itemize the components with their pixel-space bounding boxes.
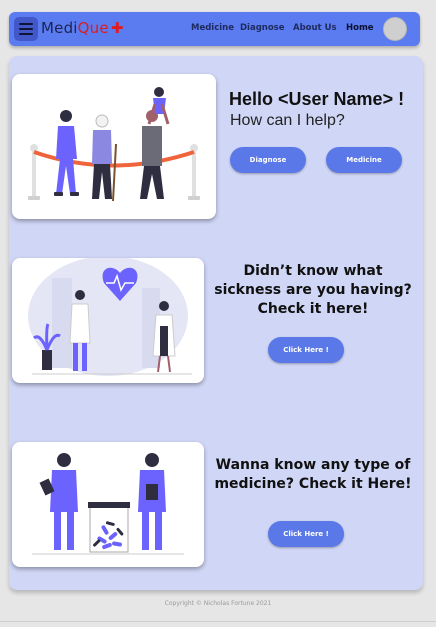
hamburger-menu-icon[interactable]	[14, 17, 38, 41]
diagnose-illustration-card	[12, 258, 204, 383]
brand-name-part2: Que	[77, 19, 109, 37]
footer-divider	[0, 621, 436, 622]
diagnose-click-here-button[interactable]: Click Here !	[268, 337, 344, 363]
nav-link-about-us[interactable]: About Us	[293, 23, 337, 33]
medicine-button[interactable]: Medicine	[326, 147, 402, 173]
brand-logo[interactable]: MediQue ✚	[41, 19, 124, 37]
diagnose-heading: Didn’t know what sickness are you having…	[214, 263, 412, 317]
greeting-subtitle: How can I help?	[230, 112, 345, 129]
medicine-heading: Wanna know any type of medicine? Check i…	[214, 457, 412, 492]
brand-name-part1: Medi	[41, 19, 78, 37]
top-navbar: MediQue ✚ Medicine Diagnose About Us Home	[9, 12, 420, 46]
nav-link-diagnose[interactable]: Diagnose	[240, 23, 285, 33]
nurses-illustration	[32, 453, 184, 555]
medicine-illustration-card	[12, 442, 204, 567]
doctors-illustration	[28, 258, 192, 376]
nav-link-medicine[interactable]: Medicine	[191, 23, 234, 33]
hero-illustration-card	[12, 74, 216, 219]
medicine-click-here-button[interactable]: Click Here !	[268, 521, 344, 547]
greeting-title: Hello <User Name> !	[229, 89, 405, 109]
footer-copyright: Copyright © Nicholas Fortune 2021	[164, 600, 272, 607]
nav-link-home[interactable]: Home	[346, 23, 374, 33]
diagnose-button[interactable]: Diagnose	[230, 147, 306, 173]
red-cross-icon: ✚	[110, 19, 124, 37]
user-avatar[interactable]	[383, 17, 407, 41]
family-illustration	[28, 87, 200, 202]
